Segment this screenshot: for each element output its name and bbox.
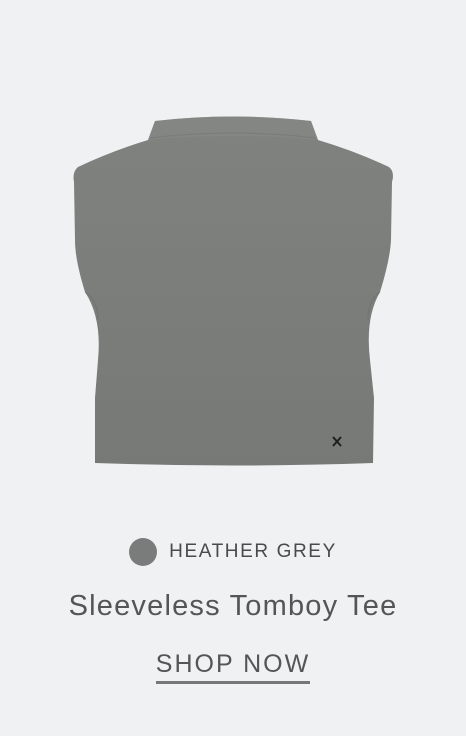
color-name-label: HEATHER GREY — [169, 541, 337, 562]
product-image[interactable] — [0, 0, 466, 520]
product-title[interactable]: Sleeveless Tomboy Tee — [0, 590, 466, 623]
garment-shape — [73, 116, 393, 466]
color-swatch-row: HEATHER GREY — [0, 538, 466, 566]
color-swatch[interactable] — [129, 538, 158, 566]
shop-now-link[interactable]: SHOP NOW — [155, 650, 311, 684]
product-card[interactable]: HEATHER GREY Sleeveless Tomboy Tee SHOP … — [0, 0, 466, 736]
